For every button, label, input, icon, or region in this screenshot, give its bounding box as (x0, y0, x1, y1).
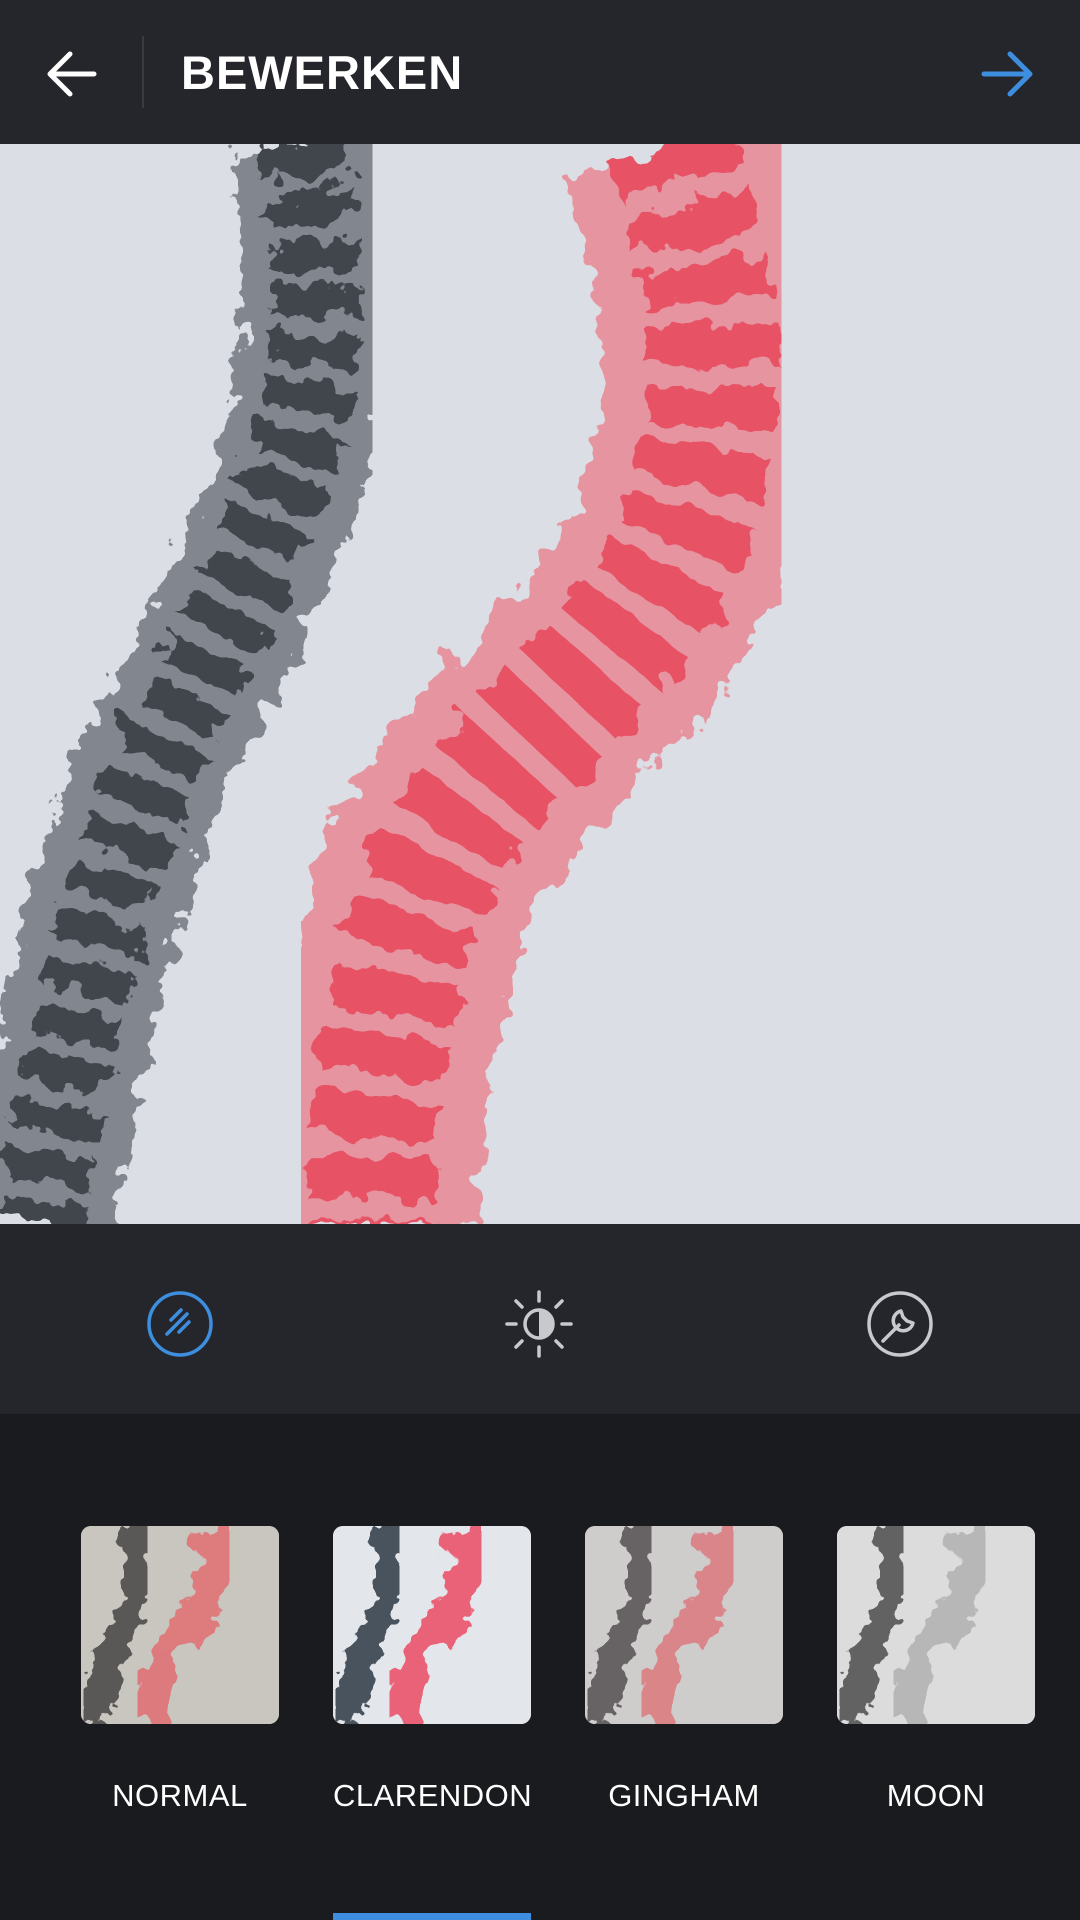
next-button[interactable] (976, 42, 1040, 106)
filter-item-moon[interactable]: MOON (837, 1526, 1035, 1814)
filter-strip: NORMAL CLARENDON GINGHAM MOON (0, 1414, 1080, 1920)
selected-filter-indicator (333, 1913, 531, 1920)
filter-thumbnail (585, 1526, 783, 1724)
filter-thumbnail (333, 1526, 531, 1724)
photo-preview (0, 144, 1080, 1224)
page-title: BEWERKEN (181, 46, 464, 99)
edit-toolbar (0, 1224, 1080, 1414)
filter-item-gingham[interactable]: GINGHAM (585, 1526, 783, 1814)
filter-item-clarendon[interactable]: CLARENDON (333, 1526, 533, 1814)
adjust-tab[interactable] (504, 1289, 574, 1359)
wrench-icon (867, 1291, 933, 1357)
back-button[interactable] (40, 42, 104, 106)
arrow-right-icon (981, 51, 1033, 97)
top-bar: BEWERKEN (0, 0, 1080, 144)
filter-icon (147, 1291, 213, 1357)
arrow-left-icon (47, 51, 97, 97)
filter-item-normal[interactable]: NORMAL (81, 1526, 279, 1814)
filter-label: CLARENDON (333, 1778, 533, 1813)
filter-thumbnail (837, 1526, 1035, 1724)
filter-label: GINGHAM (608, 1778, 760, 1813)
filter-thumbnail (81, 1526, 279, 1724)
edit-tab[interactable] (865, 1289, 935, 1359)
filter-label: MOON (886, 1778, 986, 1813)
brightness-icon (505, 1290, 573, 1358)
filter-label: NORMAL (112, 1778, 248, 1813)
filter-tab[interactable] (145, 1289, 215, 1359)
header-divider (142, 36, 144, 108)
